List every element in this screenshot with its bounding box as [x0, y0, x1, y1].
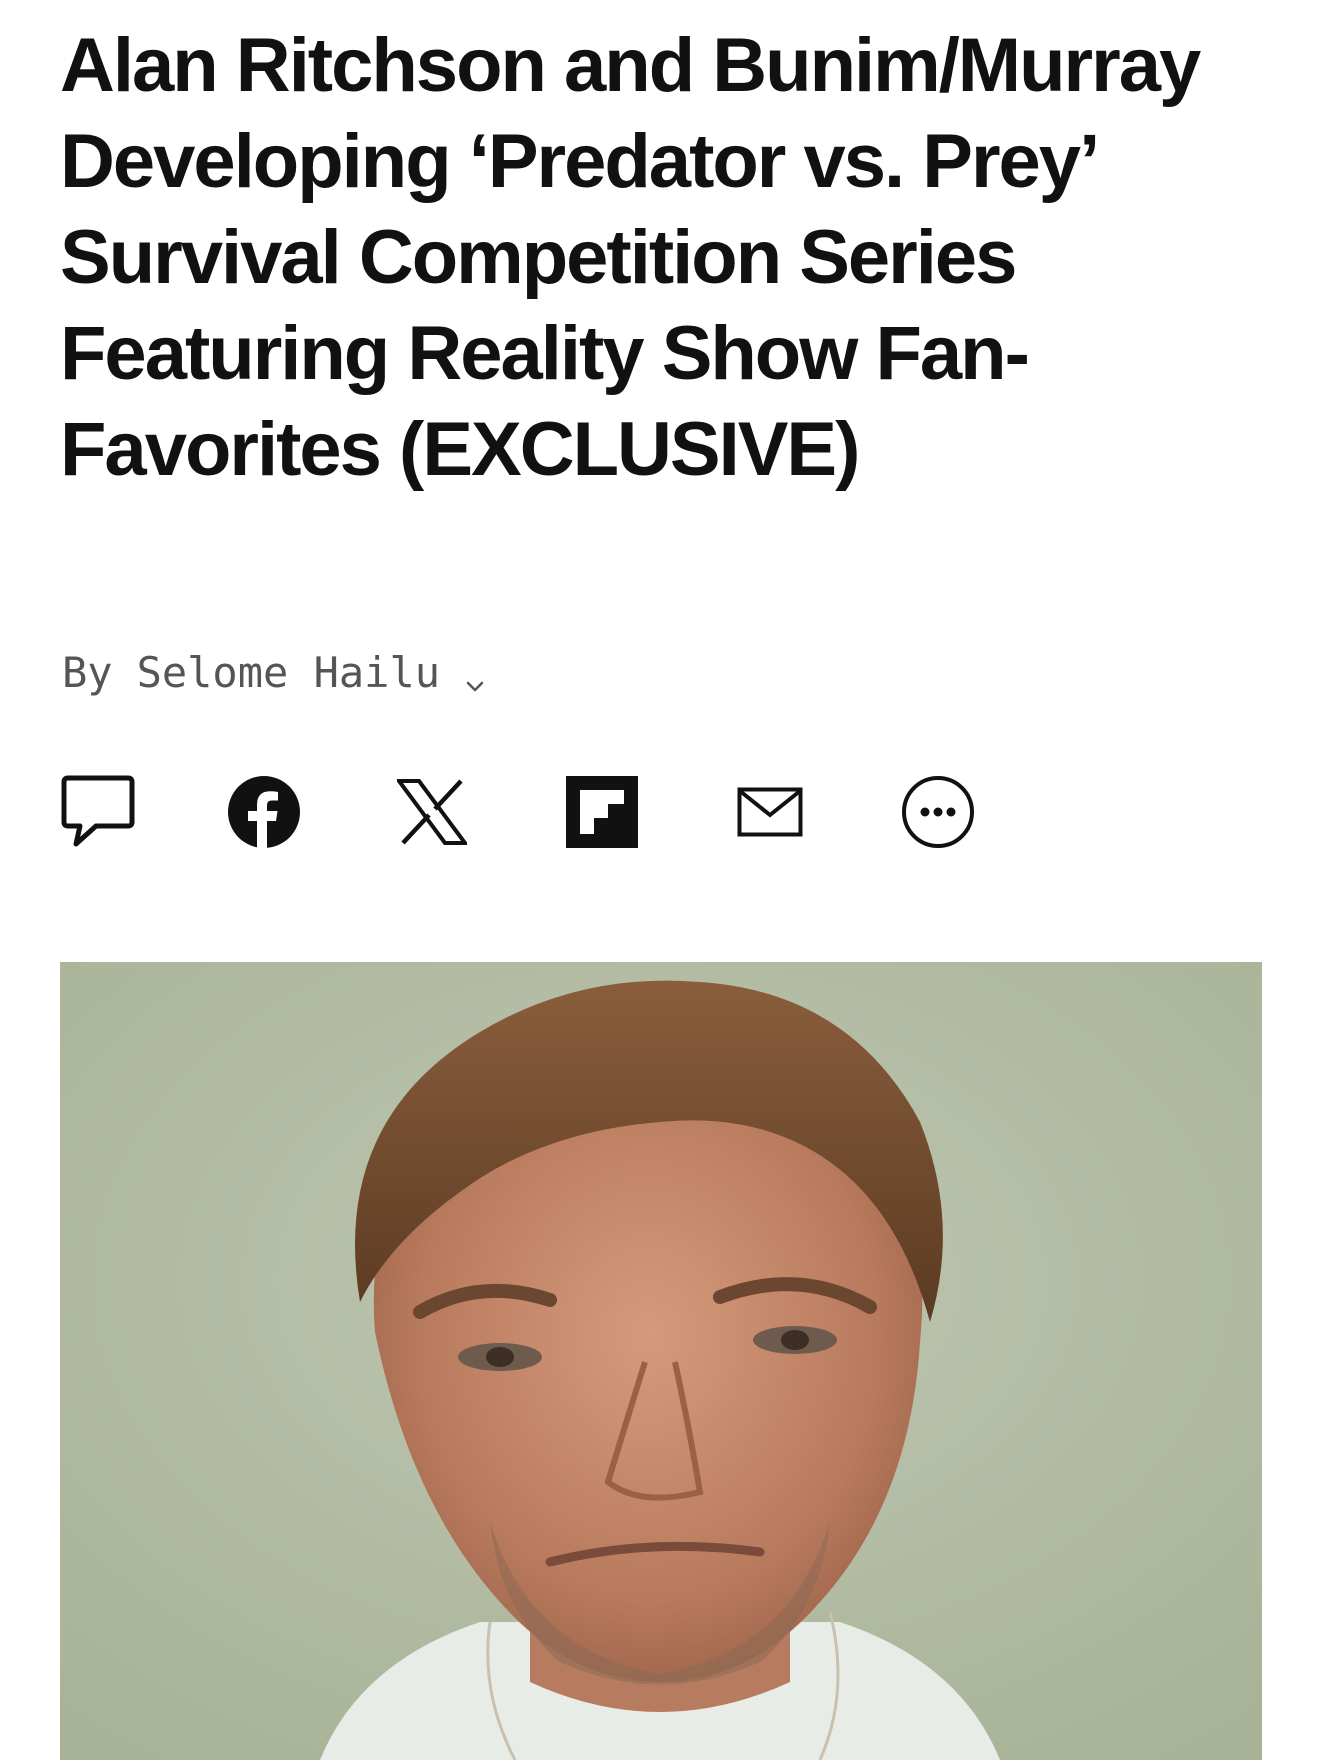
comments-button[interactable]: [58, 774, 138, 854]
share-bar: [58, 774, 998, 854]
comment-icon: [60, 772, 136, 857]
x-share-button[interactable]: [392, 774, 472, 854]
flipboard-share-button[interactable]: [562, 774, 642, 854]
byline-prefix: By: [62, 648, 113, 697]
more-share-options-button[interactable]: [898, 774, 978, 854]
chevron-down-icon[interactable]: [462, 660, 488, 691]
portrait-photo: [60, 962, 1262, 1760]
facebook-share-button[interactable]: [224, 774, 304, 854]
hero-image[interactable]: [60, 962, 1262, 1760]
flipboard-icon: [566, 775, 638, 853]
author-name[interactable]: Selome Hailu: [137, 648, 440, 697]
x-icon: [395, 778, 469, 850]
facebook-icon: [227, 775, 301, 854]
byline[interactable]: By Selome Hailu: [62, 648, 488, 697]
more-icon: [901, 775, 975, 854]
email-icon: [737, 787, 803, 842]
article-headline: Alan Ritchson and Bunim/Murray Developin…: [60, 23, 1201, 492]
email-share-button[interactable]: [730, 774, 810, 854]
